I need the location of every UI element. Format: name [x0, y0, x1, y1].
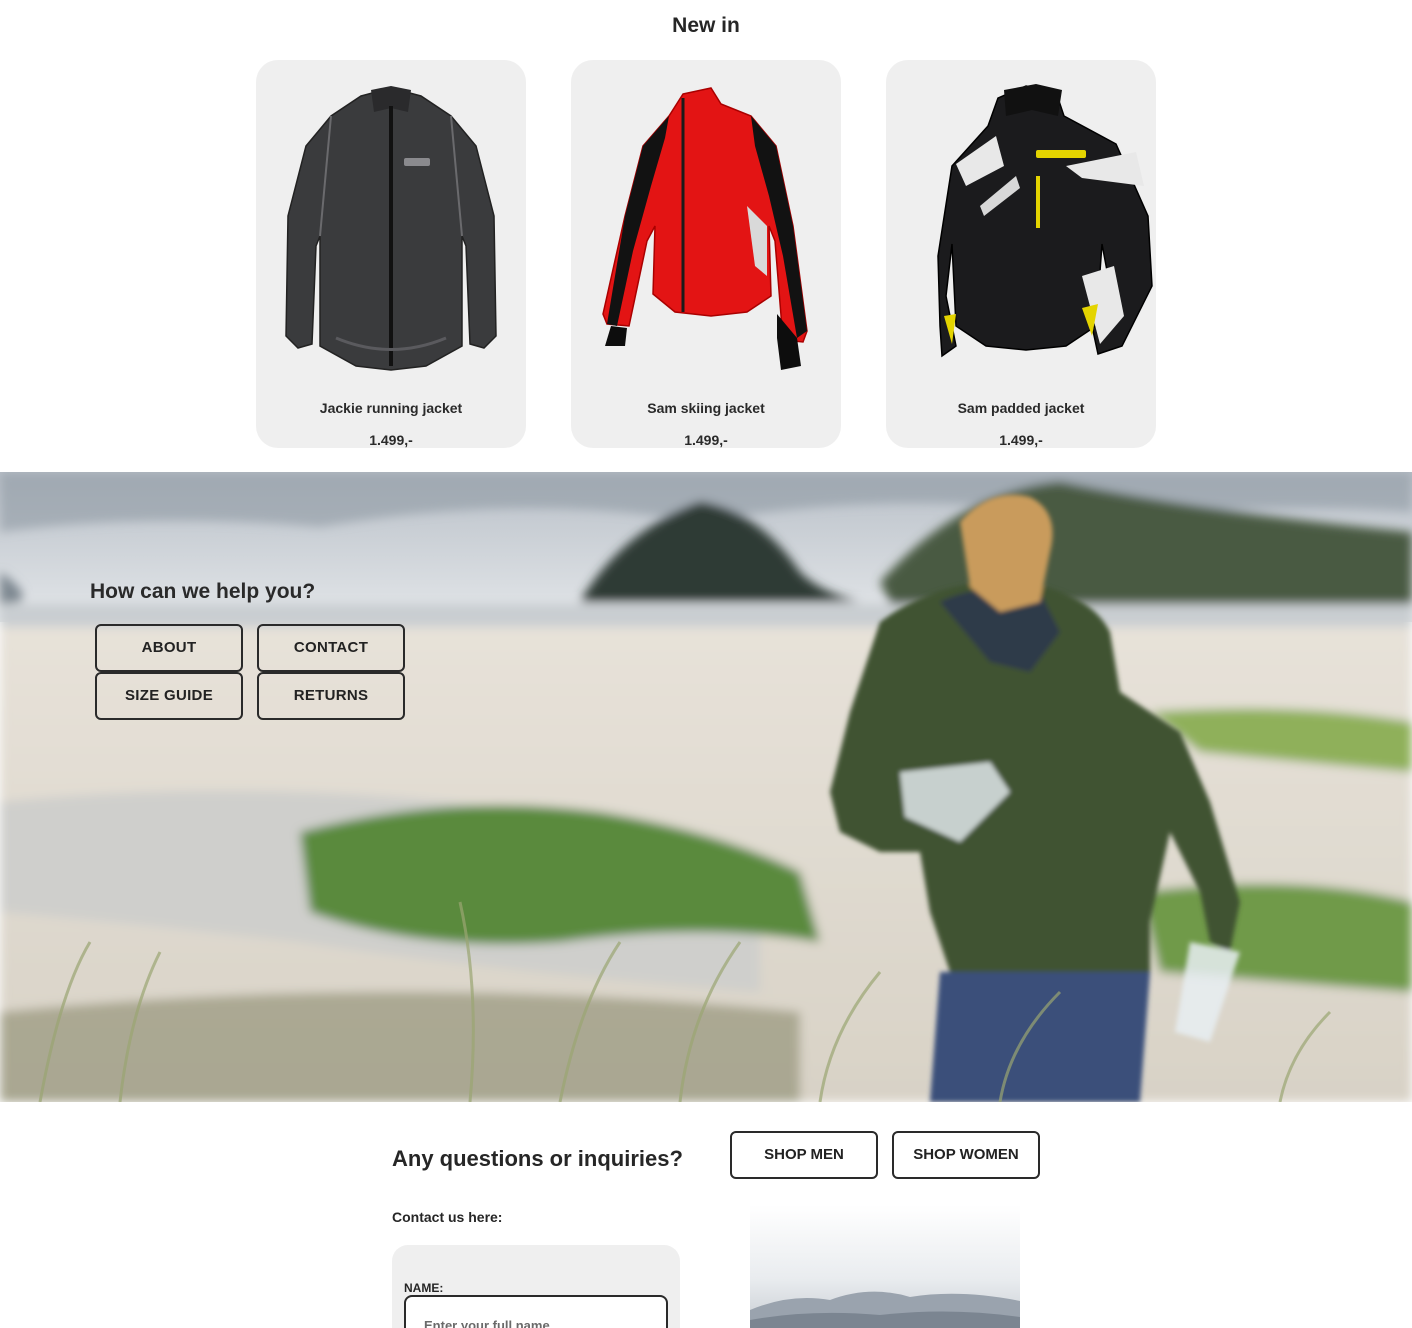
product-image[interactable]	[256, 76, 526, 386]
size-guide-button[interactable]: SIZE GUIDE	[95, 672, 243, 720]
product-price: 1.499,-	[684, 432, 728, 448]
jacket-image	[937, 84, 1153, 358]
mountain-image	[750, 1205, 1020, 1328]
product-price: 1.499,-	[369, 432, 413, 448]
beach-hiker-photo	[0, 472, 1412, 1102]
contact-button[interactable]: CONTACT	[257, 624, 405, 672]
product-name[interactable]: Sam skiing jacket	[571, 400, 841, 416]
help-title: How can we help you?	[90, 580, 316, 603]
product-image[interactable]	[886, 76, 1156, 386]
name-label: NAME:	[404, 1281, 444, 1295]
product-card-sam-padded-jacket[interactable]: Sam padded jacket 1.499,-	[886, 60, 1156, 448]
returns-button[interactable]: RETURNS	[257, 672, 405, 720]
shop-men-button[interactable]: SHOP MEN	[730, 1131, 878, 1179]
help-hero-section: How can we help you? ABOUT CONTACT SIZE …	[0, 472, 1412, 1102]
name-input[interactable]	[404, 1295, 668, 1328]
product-name[interactable]: Sam padded jacket	[886, 400, 1156, 416]
product-image[interactable]	[571, 76, 841, 386]
jacket-image	[602, 87, 808, 370]
product-name[interactable]: Jackie running jacket	[256, 400, 526, 416]
shop-women-button[interactable]: SHOP WOMEN	[892, 1131, 1040, 1179]
mountain-photo	[750, 1205, 1020, 1328]
product-price: 1.499,-	[999, 432, 1043, 448]
contact-form: NAME:	[392, 1245, 680, 1328]
new-in-title: New in	[672, 14, 740, 37]
contact-label: Contact us here:	[392, 1209, 503, 1225]
product-card-sam-skiing-jacket[interactable]: Sam skiing jacket 1.499,-	[571, 60, 841, 448]
product-card-jackie-running-jacket[interactable]: Jackie running jacket 1.499,-	[256, 60, 526, 448]
inquiries-title: Any questions or inquiries?	[392, 1146, 683, 1171]
about-button[interactable]: ABOUT	[95, 624, 243, 672]
jacket-image	[285, 86, 497, 371]
